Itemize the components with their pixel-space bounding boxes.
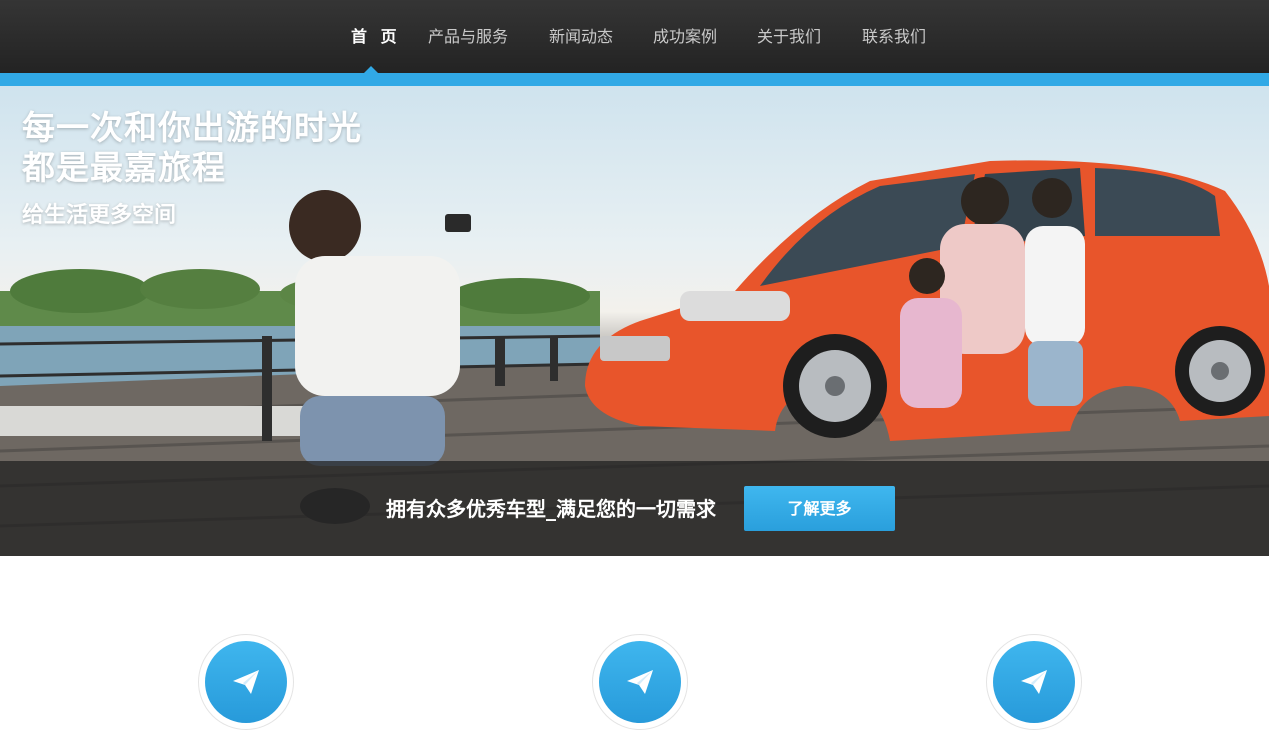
hero-caption: 拥有众多优秀车型_满足您的一切需求 bbox=[386, 497, 716, 521]
feature-item-3[interactable] bbox=[986, 634, 1082, 730]
nav-item-products-services[interactable]: 产品与服务 bbox=[428, 26, 508, 48]
nav-item-cases[interactable]: 成功案例 bbox=[653, 26, 717, 48]
learn-more-button[interactable]: 了解更多 bbox=[744, 486, 895, 531]
top-navigation-bar: 首 页 产品与服务 新闻动态 成功案例 关于我们 联系我们 bbox=[0, 0, 1269, 73]
hero-headline-line-2: 都是最嘉旅程 bbox=[22, 148, 226, 187]
feature-item-1[interactable] bbox=[198, 634, 294, 730]
hero-headline: 每一次和你出游的时光 都是最嘉旅程 bbox=[22, 108, 362, 188]
active-nav-indicator bbox=[364, 66, 378, 73]
paper-plane-icon bbox=[1021, 670, 1047, 694]
nav-item-about[interactable]: 关于我们 bbox=[757, 26, 821, 48]
hero-banner: 每一次和你出游的时光 都是最嘉旅程 给生活更多空间 拥有众多优秀车型_满足您的一… bbox=[0, 86, 1269, 556]
feature-circle bbox=[599, 641, 681, 723]
accent-divider bbox=[0, 73, 1269, 86]
nav-item-home[interactable]: 首 页 bbox=[351, 26, 401, 48]
hero-subtitle: 给生活更多空间 bbox=[22, 203, 177, 228]
main-nav: 首 页 产品与服务 新闻动态 成功案例 关于我们 联系我们 bbox=[0, 0, 1269, 73]
hero-headline-line-1: 每一次和你出游的时光 bbox=[22, 108, 362, 147]
nav-item-news[interactable]: 新闻动态 bbox=[549, 26, 613, 48]
nav-item-contact[interactable]: 联系我们 bbox=[862, 26, 926, 48]
paper-plane-icon bbox=[627, 670, 653, 694]
feature-circle bbox=[993, 641, 1075, 723]
feature-item-2[interactable] bbox=[592, 634, 688, 730]
paper-plane-icon bbox=[233, 670, 259, 694]
feature-circle bbox=[205, 641, 287, 723]
